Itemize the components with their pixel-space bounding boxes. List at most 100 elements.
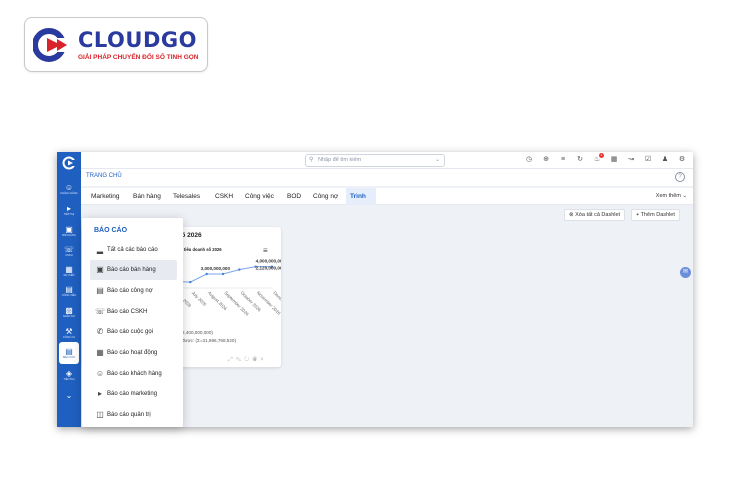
calendar-icon: ▦	[65, 264, 73, 274]
sidebar-item-reports[interactable]: ▤ BÁO CÁO	[59, 342, 79, 364]
cloudgo-logo-icon	[33, 28, 69, 62]
megaphone-icon: ▸	[66, 203, 71, 213]
sidebar-item-sales[interactable]: ▣ BÁN HÀNG	[57, 220, 81, 242]
menu-item-label: Báo cáo marketing	[107, 391, 158, 397]
headset-icon: ☏	[63, 244, 74, 254]
report-menu-item-sales[interactable]: ▣ Báo cáo bán hàng	[90, 260, 177, 280]
tab-bod[interactable]: BOD	[283, 188, 305, 205]
close-icon[interactable]: ×	[260, 357, 267, 363]
sidebar-item-hr[interactable]: ▩ NHÂN SỰ	[57, 301, 81, 323]
notification-badge: 1	[599, 153, 604, 158]
dashlet-toolbar: ⤢✎↻◉×	[228, 357, 267, 364]
sidebar-item-label: KHÁCH HÀNG	[60, 191, 78, 195]
menu-item-label: Báo cáo cuộc gọi	[107, 329, 154, 335]
tab-telesales[interactable]: Telesales	[169, 188, 204, 205]
view-icon[interactable]: ◉	[252, 357, 260, 363]
x-tick-label: July 2026	[191, 290, 208, 307]
sidebar-item-customers[interactable]: ☺ KHÁCH HÀNG	[57, 178, 81, 200]
data-point[interactable]	[238, 268, 241, 271]
clear-all-label: Xóa tất cả Dashlet	[575, 212, 621, 218]
add-dashlet-label: Thêm Dashlet	[640, 212, 675, 218]
sidebar-item-tasks[interactable]: ▤ CÔNG VIỆC	[57, 280, 81, 302]
report-menu-item-all[interactable]: ▂ Tất cả các báo cáo	[90, 240, 177, 260]
add-dashlet-button[interactable]: + Thêm Dashlet	[631, 209, 680, 221]
report-menu-item-debt[interactable]: ▤ Báo cáo công nợ	[90, 281, 177, 301]
achieved-note: được: (Σ=31,986,768,520)	[182, 338, 237, 343]
report-menu-item-calls[interactable]: ✆ Báo cáo cuộc gọi	[90, 322, 177, 342]
sidebar-item-utilities[interactable]: ◈ TIỆN ÍCH	[57, 364, 81, 386]
data-label: 2,120,000,000	[256, 266, 281, 271]
report-menu-item-activities[interactable]: ▦ Báo cáo hoạt động	[90, 343, 177, 363]
clear-all-dashlets-button[interactable]: ⊗ Xóa tất cả Dashlet	[564, 209, 626, 221]
sidebar-item-label: CÔNG CỤ	[62, 335, 76, 339]
report-menu-item-marketing[interactable]: ▸ Báo cáo marketing	[90, 384, 177, 404]
data-point[interactable]	[221, 272, 225, 276]
data-point[interactable]	[205, 272, 208, 276]
time-icon[interactable]: ◷	[524, 155, 534, 165]
checklist-icon[interactable]: ☑	[643, 155, 653, 165]
tab-sales[interactable]: Bán hàng	[129, 188, 165, 205]
calendar-icon: ▦	[96, 348, 104, 357]
money-icon: ▤	[96, 286, 104, 295]
help-icon[interactable]: ?	[675, 172, 685, 182]
menu-item-label: Báo cáo hoạt động	[107, 350, 158, 356]
top-bar: ⚲ Nhập để tìm kiếm ⌄ ◷ ⊕ ≡ ↻ ♨ 1 ▦ ↝ ☑ ♟ …	[81, 152, 693, 169]
refresh-icon[interactable]: ↻	[575, 155, 585, 165]
bell-icon[interactable]: ♨ 1	[592, 153, 604, 165]
sidebar: ☺ KHÁCH HÀNG ▸ TIẾP THỊ ▣ BÁN HÀNG ☏ CSK…	[57, 152, 81, 427]
brand-logo: CLOUDGO GIẢI PHÁP CHUYỂN ĐỔI SỐ TINH GỌN	[24, 17, 208, 72]
chevron-down-icon: ⌄	[65, 390, 73, 400]
report-menu-item-admin[interactable]: ◫ Báo cáo quản trị	[90, 405, 177, 425]
add-circle-icon[interactable]: ⊕	[541, 155, 551, 165]
bar-chart-icon: ▂	[96, 245, 104, 254]
menu-item-label: Báo cáo khách hàng	[107, 371, 162, 377]
breadcrumb[interactable]: TRANG CHỦ	[86, 173, 122, 179]
toolbar-icons: ◷ ⊕ ≡ ↻ ♨ 1 ▦ ↝ ☑ ♟ ⚙	[524, 153, 687, 165]
users-icon: ☺	[64, 182, 74, 192]
cart-icon: ▣	[65, 224, 73, 234]
phone-icon: ✆	[96, 327, 104, 336]
report-menu-item-cskh[interactable]: ☏ Báo cáo CSKH	[90, 302, 177, 322]
tools-icon: ⚒	[65, 326, 73, 336]
tab-cskh[interactable]: CSKH	[211, 188, 237, 205]
headset-icon: ☏	[95, 307, 106, 316]
dashboard-tabs: Marketing Bán hàng Telesales CSKH Công v…	[81, 188, 693, 205]
tab-trinh[interactable]: Trình	[346, 188, 376, 205]
tab-tasks[interactable]: Công việc	[241, 188, 278, 205]
report-menu-title: BÁO CÁO	[94, 227, 128, 234]
sidebar-expand-button[interactable]: ⌄	[57, 384, 81, 406]
more-tabs-button[interactable]: Xem thêm ⌄	[656, 193, 687, 199]
chat-float-button[interactable]: ✉	[680, 267, 691, 278]
chevron-down-icon: ⌄	[434, 157, 440, 163]
users-icon: ☺	[95, 369, 105, 378]
sidebar-item-label: BÁO CÁO	[63, 355, 75, 359]
edit-icon[interactable]: ✎	[236, 357, 244, 363]
data-point[interactable]	[189, 280, 192, 284]
menu-item-label: Báo cáo bán hàng	[107, 267, 156, 273]
sidebar-item-tools[interactable]: ⚒ CÔNG CỤ	[57, 322, 81, 344]
sidebar-item-cskh[interactable]: ☏ CSKH	[57, 240, 81, 262]
tab-marketing[interactable]: Marketing	[87, 188, 124, 205]
report-menu: BÁO CÁO ▂ Tất cả các báo cáo ▣ Báo cáo bán…	[82, 218, 183, 427]
search-icon: ⚲	[309, 157, 314, 163]
data-label: 4,000,000,000	[256, 259, 281, 264]
expand-icon[interactable]: ⤢	[228, 357, 236, 363]
menu-item-label: Báo cáo công nợ	[107, 288, 153, 294]
tab-debt[interactable]: Công nợ	[309, 188, 342, 205]
megaphone-icon: ▸	[97, 389, 102, 398]
menu-item-label: Tất cả các báo cáo	[107, 247, 158, 253]
report-menu-item-customers[interactable]: ☺ Báo cáo khách hàng	[90, 364, 177, 384]
sidebar-item-marketing[interactable]: ▸ TIẾP THỊ	[57, 199, 81, 221]
search-input[interactable]: ⚲ Nhập để tìm kiếm ⌄	[305, 154, 445, 167]
sidebar-item-label: TIỆN ÍCH	[63, 377, 75, 381]
briefcase-icon: ▤	[65, 284, 73, 294]
user-icon[interactable]: ♟	[660, 155, 670, 165]
gear-icon[interactable]: ⚙	[677, 155, 687, 165]
sidebar-item-forecast[interactable]: ▦ DỰ KIẾN	[57, 260, 81, 282]
calendar-icon[interactable]: ▦	[609, 155, 619, 165]
more-label: Xem thêm	[655, 193, 681, 199]
analytics-icon[interactable]: ↝	[626, 155, 636, 165]
sidebar-item-label: CSKH	[65, 253, 73, 257]
list-icon[interactable]: ≡	[558, 155, 568, 165]
app-logo-icon[interactable]	[62, 156, 76, 170]
